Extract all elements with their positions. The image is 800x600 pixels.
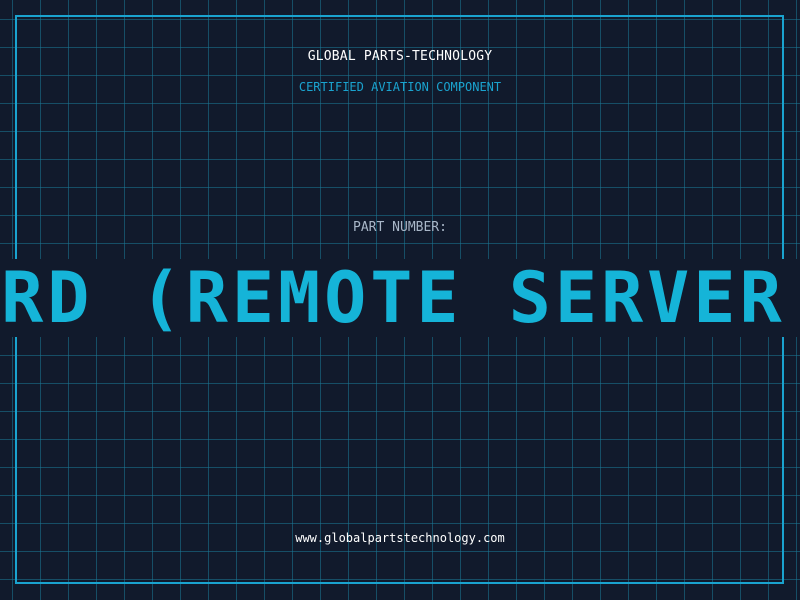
website-link[interactable]: www.globalpartstechnology.com: [0, 531, 800, 545]
part-number-value: ARD (REMOTE SERVER: [0, 259, 786, 337]
part-number-band: ARD (REMOTE SERVER: [0, 259, 800, 337]
tagline: CERTIFIED AVIATION COMPONENT: [298, 80, 502, 94]
part-number-label: PART NUMBER:: [353, 220, 447, 235]
company-name: GLOBAL PARTS-TECHNOLOGY: [307, 49, 493, 64]
parts-card: GLOBAL PARTS-TECHNOLOGY CERTIFIED AVIATI…: [0, 0, 800, 600]
